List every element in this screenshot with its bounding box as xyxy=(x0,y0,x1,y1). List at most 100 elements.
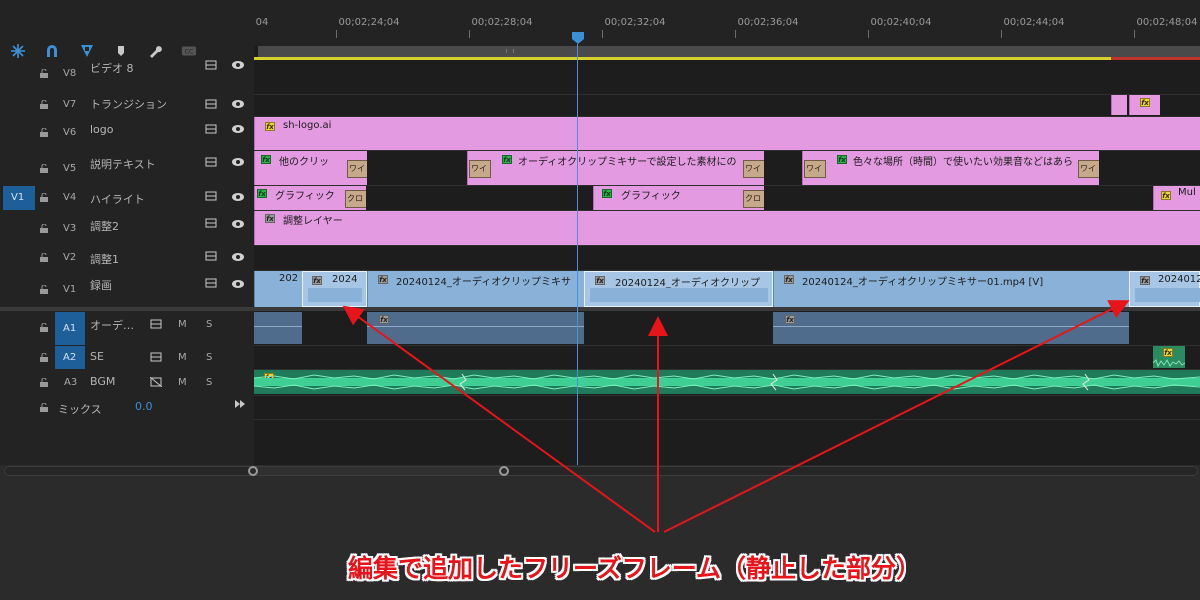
eye-icon[interactable] xyxy=(232,158,244,166)
transition-marker[interactable]: ワイ xyxy=(469,160,491,178)
lock-icon[interactable] xyxy=(40,323,48,332)
zoom-handle-right[interactable] xyxy=(499,466,509,476)
eye-icon[interactable] xyxy=(232,220,244,228)
sync-lock-icon[interactable] xyxy=(205,99,217,109)
source-patch-v1[interactable]: V1 xyxy=(3,186,35,210)
lock-icon[interactable] xyxy=(40,285,48,294)
a1-audio-clip[interactable]: fx xyxy=(367,312,584,344)
track-name: 調整2 xyxy=(90,220,119,233)
v4-highlight-clip[interactable]: fx グラフィック クロ xyxy=(254,186,366,210)
zoom-handle-left[interactable] xyxy=(248,466,258,476)
playhead-line[interactable] xyxy=(577,44,578,465)
sync-lock-off-icon[interactable] xyxy=(150,377,162,387)
captions-icon[interactable]: CC xyxy=(180,42,198,60)
track-target-a1[interactable]: A1 xyxy=(55,312,85,345)
eye-icon[interactable] xyxy=(232,253,244,261)
v1-freeze-frame-clip[interactable]: fx 20240124 xyxy=(1129,271,1200,307)
svg-text:CC: CC xyxy=(185,49,194,56)
transition-marker[interactable]: クロ xyxy=(743,190,764,208)
sync-lock-icon[interactable] xyxy=(205,124,217,134)
lock-icon[interactable] xyxy=(40,253,48,262)
v7-clip[interactable] xyxy=(1111,95,1127,115)
lock-icon[interactable] xyxy=(40,378,48,387)
sync-lock-icon[interactable] xyxy=(205,278,217,288)
sync-lock-icon[interactable] xyxy=(150,352,162,362)
sync-lock-icon[interactable] xyxy=(150,319,162,329)
eye-icon[interactable] xyxy=(232,125,244,133)
annotation-caption: 編集で追加したフリーズフレーム（静止した部分） xyxy=(348,554,922,583)
v4-highlight-clip[interactable]: fx グラフィック クロ xyxy=(593,186,764,210)
v3-adjustment-clip[interactable]: fx 調整レイヤー xyxy=(254,211,1200,245)
lock-icon[interactable] xyxy=(40,224,48,233)
transition-marker[interactable]: ワイ xyxy=(804,160,826,178)
track-id: V2 xyxy=(63,252,77,263)
track-header-panel: CC V8 ビデオ 8 V7 トランジション V6 logo V5 説明テキスト… xyxy=(0,0,254,465)
ruler-label: 00;02;28;04 xyxy=(471,17,533,28)
lock-icon[interactable] xyxy=(40,193,48,202)
v1-recording-clip[interactable]: fx 20240124_オーディオクリップミキサー01.mp4 [V] xyxy=(773,271,1129,307)
fx-badge: fx xyxy=(595,276,605,285)
add-marker-icon[interactable] xyxy=(78,42,96,60)
eye-icon[interactable] xyxy=(232,100,244,108)
transition-marker[interactable]: ワイ xyxy=(347,160,367,178)
mute-button[interactable]: M xyxy=(178,319,187,330)
a3-bgm-clip[interactable]: fx xyxy=(254,370,1200,394)
time-ruler[interactable]: 04 00;02;24;04 00;02;28;04 00;02;32;04 0… xyxy=(254,0,1200,46)
snap-icon[interactable] xyxy=(9,42,27,60)
a1-audio-clip[interactable] xyxy=(254,312,302,344)
eye-icon[interactable] xyxy=(232,193,244,201)
ruler-label: 00;02;48;04 xyxy=(1136,17,1198,28)
mute-button[interactable]: M xyxy=(178,377,187,388)
lock-icon[interactable] xyxy=(40,69,48,78)
solo-button[interactable]: S xyxy=(206,377,212,388)
solo-button[interactable]: S xyxy=(206,319,212,330)
eye-icon[interactable] xyxy=(232,280,244,288)
sync-lock-icon[interactable] xyxy=(205,218,217,228)
v7-clip[interactable]: fx xyxy=(1129,95,1160,115)
lock-icon[interactable] xyxy=(40,164,48,173)
track-header-v8: V8 ビデオ 8 xyxy=(0,60,254,94)
wrench-icon[interactable] xyxy=(146,42,164,60)
ruler-label: 00;02;32;04 xyxy=(604,17,666,28)
v1-recording-clip[interactable]: 202 xyxy=(254,271,302,307)
v1-recording-clip[interactable]: fx 20240124_オーディオクリップミキサ xyxy=(367,271,584,307)
eye-icon[interactable] xyxy=(232,61,244,69)
work-area-bar[interactable] xyxy=(258,46,1200,57)
a1-audio-clip[interactable]: fx xyxy=(773,312,1129,344)
lock-icon[interactable] xyxy=(40,353,48,362)
go-to-end-icon[interactable] xyxy=(234,399,246,409)
track-name: トランジション xyxy=(90,98,167,111)
marker-icon[interactable] xyxy=(112,42,130,60)
sync-lock-icon[interactable] xyxy=(205,251,217,261)
transition-marker[interactable]: クロ xyxy=(345,190,366,208)
lock-icon[interactable] xyxy=(40,403,48,412)
playhead-handle[interactable] xyxy=(571,31,585,45)
a2-se-clip[interactable]: fx xyxy=(1153,346,1185,368)
track-divider[interactable] xyxy=(254,307,1200,311)
work-area-grip[interactable] xyxy=(506,49,514,53)
sync-lock-icon[interactable] xyxy=(205,60,217,70)
v6-logo-clip[interactable]: fx sh-logo.ai xyxy=(254,117,1200,150)
zoom-scrollbar[interactable] xyxy=(4,466,1198,476)
track-name: ハイライト xyxy=(90,193,145,206)
linked-selection-icon[interactable] xyxy=(43,42,61,60)
v5-text-clip[interactable]: ワイ fx オーディオクリップミキサーで設定した素材にの ワイ xyxy=(467,151,764,185)
solo-button[interactable]: S xyxy=(206,352,212,363)
transition-marker[interactable]: ワイ xyxy=(1078,160,1099,178)
sync-lock-icon[interactable] xyxy=(205,157,217,167)
track-target-a2[interactable]: A2 xyxy=(55,346,85,369)
sync-lock-icon[interactable] xyxy=(205,191,217,201)
timeline-tracks[interactable]: 04 00;02;24;04 00;02;28;04 00;02;32;04 0… xyxy=(254,0,1200,465)
v1-freeze-frame-clip[interactable]: fx 2024 xyxy=(302,271,367,307)
zoom-scrollbar-thumb[interactable] xyxy=(253,467,504,475)
v5-text-clip[interactable]: ワイ fx 色々な場所（時間）で使いたい効果音などはあら ワイ xyxy=(802,151,1099,185)
lock-icon[interactable] xyxy=(40,100,48,109)
v5-text-clip[interactable]: fx 他のクリッ ワイ xyxy=(254,151,367,185)
lock-icon[interactable] xyxy=(40,128,48,137)
v1-freeze-frame-clip[interactable]: fx 20240124_オーディオクリップ xyxy=(584,271,773,307)
ruler-label: 04 xyxy=(255,17,269,28)
mix-value[interactable]: 0.0 xyxy=(135,400,153,413)
transition-marker[interactable]: ワイ xyxy=(743,160,764,178)
mute-button[interactable]: M xyxy=(178,352,187,363)
v4-highlight-clip[interactable]: fx Mul xyxy=(1153,186,1200,210)
